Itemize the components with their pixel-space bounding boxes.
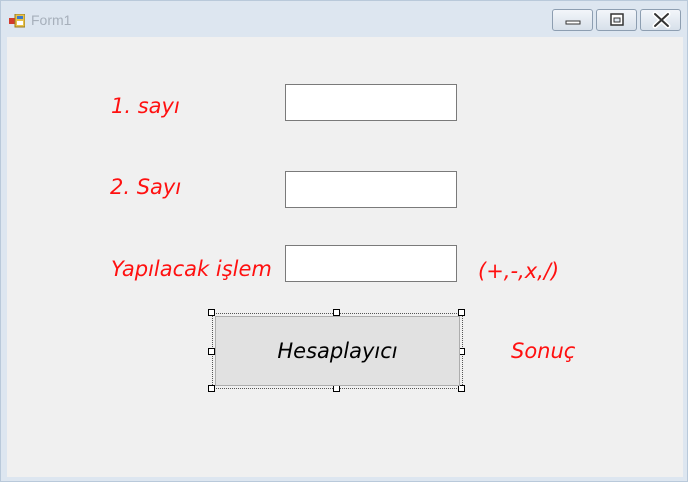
maximize-icon [610, 13, 624, 26]
resize-handle[interactable] [208, 385, 215, 392]
label-number-2: 2. Sayı [110, 175, 182, 199]
close-button[interactable] [640, 9, 681, 31]
calculate-button-label: Hesaplayıcı [277, 339, 398, 363]
minimize-icon [565, 20, 581, 25]
number-2-input[interactable] [286, 172, 456, 207]
close-icon [652, 11, 671, 29]
operation-hint: (+,-,x,/) [478, 259, 560, 283]
form-client-area: 1. sayı 2. Sayı Yapılacak işlem (+,-,x,/… [7, 37, 683, 477]
label-number-1: 1. sayı [111, 94, 180, 118]
resize-handle[interactable] [333, 309, 340, 316]
number-1-textbox[interactable] [285, 84, 457, 121]
title-bar[interactable]: Form1 [1, 1, 687, 37]
label-operation: Yapılacak işlem [111, 257, 272, 281]
form-app-icon [9, 13, 26, 28]
form-window: Form1 1. sayı 2. Sayı Yapılacak işlem (+… [0, 0, 688, 482]
resize-handle[interactable] [208, 348, 215, 355]
calculate-button[interactable]: Hesaplayıcı [215, 316, 460, 386]
number-2-textbox[interactable] [285, 171, 457, 208]
maximize-button[interactable] [596, 9, 637, 31]
operation-input[interactable] [286, 246, 456, 281]
minimize-button[interactable] [552, 9, 593, 31]
resize-handle[interactable] [458, 309, 465, 316]
number-1-input[interactable] [286, 85, 456, 120]
resize-handle[interactable] [333, 385, 340, 392]
result-label: Sonuç [511, 339, 576, 363]
window-title: Form1 [31, 12, 72, 28]
resize-handle[interactable] [458, 385, 465, 392]
operation-textbox[interactable] [285, 245, 457, 282]
resize-handle[interactable] [208, 309, 215, 316]
